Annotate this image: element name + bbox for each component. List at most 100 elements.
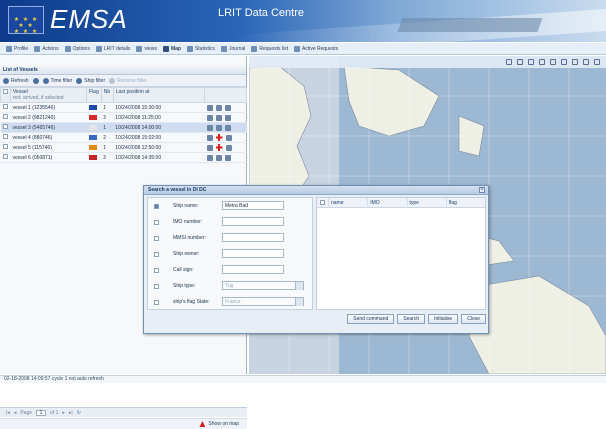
menu-item-options[interactable]: Options (64, 45, 90, 52)
alert-icon[interactable] (215, 144, 223, 151)
mmsi-number-input[interactable] (222, 233, 284, 242)
last-position-column-header[interactable]: Last position at (112, 87, 206, 103)
pan-icon[interactable] (550, 59, 556, 65)
alert-icon[interactable] (215, 134, 223, 141)
row-checkbox-cell[interactable] (0, 142, 11, 153)
row-checkbox-cell[interactable] (0, 122, 11, 133)
ship-owner-checkbox[interactable] (154, 252, 159, 257)
send-command-button[interactable]: Send command (347, 314, 395, 324)
ship-filter-button[interactable]: Ship filter (76, 77, 105, 84)
call-sign-input[interactable] (222, 265, 284, 274)
imo-number-checkbox[interactable] (154, 220, 159, 225)
row-checkbox-cell[interactable] (0, 132, 11, 143)
ship-name-input[interactable]: Metra Bad (222, 201, 284, 210)
search-button[interactable]: Search (397, 314, 426, 324)
results-column-imo[interactable]: IMO (367, 197, 406, 208)
zoom-to-vessel-icon[interactable] (224, 104, 231, 111)
dialog-close-icon[interactable]: × (479, 187, 485, 193)
position-icon[interactable] (206, 154, 213, 161)
ship-type-select[interactable]: Tug (222, 281, 304, 290)
ship-owner-input[interactable] (222, 249, 284, 258)
page-number-input[interactable]: 1 (36, 409, 47, 416)
reload-icon[interactable]: ↻ (77, 410, 81, 416)
zoom-to-vessel-icon[interactable] (225, 144, 232, 151)
map-select-icon[interactable] (506, 59, 512, 65)
results-column-name[interactable]: name (328, 197, 367, 208)
row-checkbox[interactable] (2, 144, 8, 149)
row-checkbox[interactable] (2, 114, 8, 119)
last-page-button[interactable]: ▸| (69, 410, 73, 416)
ship-type-checkbox[interactable] (154, 284, 159, 289)
position-icon[interactable] (206, 134, 213, 141)
mmsi-number-checkbox[interactable] (154, 236, 159, 241)
position-icon[interactable] (206, 104, 213, 111)
table-row[interactable]: vessel 1 (1235546) 1 10/24/2008 15:30:00 (0, 102, 247, 113)
remove-filter-button[interactable]: Remove filter (109, 77, 147, 84)
zoom-in-icon[interactable] (517, 59, 523, 65)
print-icon[interactable] (594, 59, 600, 65)
menu-item-requests-list[interactable]: Requests list (251, 45, 288, 52)
zoom-to-vessel-icon[interactable] (225, 134, 232, 141)
menu-item-actions[interactable]: Actions (34, 45, 59, 52)
zoom-out-icon[interactable] (528, 59, 534, 65)
track-icon[interactable] (215, 114, 222, 121)
menu-item-views[interactable]: views (136, 45, 157, 52)
select-all-checkbox[interactable] (3, 89, 8, 94)
results-column-flag[interactable]: flag (445, 197, 485, 208)
row-checkbox-cell[interactable] (0, 102, 11, 113)
position-icon[interactable] (206, 114, 213, 121)
initialise-button[interactable]: Initialise (428, 314, 459, 324)
table-row[interactable]: vessel 5 (115746) 1 10/24/2008 12:50:00 (0, 142, 247, 153)
nb-column-header[interactable]: Nb (100, 87, 114, 103)
menu-item-statistics[interactable]: Statistics (186, 45, 215, 52)
show-on-map-button[interactable]: Show on map (0, 418, 247, 429)
first-page-button[interactable]: |◂ (6, 410, 10, 416)
zoom-to-vessel-icon[interactable] (224, 114, 231, 121)
vessel-column-header[interactable]: Vessel red: arrived, if selected (10, 87, 87, 103)
measure-icon[interactable] (561, 59, 567, 65)
select-all-header[interactable] (0, 87, 11, 103)
zoom-to-vessel-icon[interactable] (224, 154, 231, 161)
row-checkbox[interactable] (2, 154, 8, 159)
menu-item-map[interactable]: Map (162, 45, 181, 52)
zoom-box-icon[interactable] (539, 59, 545, 65)
grid-button[interactable] (32, 77, 39, 84)
table-row[interactable]: vessel 6 (050871) 2 10/24/2008 14:35:00 (0, 152, 247, 163)
menu-item-label: Journal (228, 45, 246, 52)
chevron-down-icon[interactable] (295, 282, 303, 290)
ship-s-flag-state-checkbox[interactable] (154, 300, 159, 305)
row-checkbox-cell[interactable] (0, 112, 11, 123)
table-row[interactable]: vessel 3 (5465746) 1 10/24/2008 14:00:00 (0, 122, 247, 133)
track-icon[interactable] (215, 104, 222, 111)
table-row[interactable]: vessel 2 (9821240) 2 10/24/2008 11:25:00 (0, 112, 247, 123)
menu-item-profile[interactable]: Profile (6, 45, 28, 52)
position-icon[interactable] (206, 124, 213, 131)
row-checkbox[interactable] (2, 134, 8, 139)
results-column-type[interactable]: type (406, 197, 446, 208)
menu-item-active-requests[interactable]: Active Requests (293, 45, 338, 52)
imo-number-input[interactable] (222, 217, 284, 226)
close-button[interactable]: Close (461, 314, 486, 324)
call-sign-checkbox[interactable] (154, 268, 159, 273)
time-filter-button[interactable]: Time filter (42, 77, 72, 84)
menu-item-journal[interactable]: Journal (220, 45, 246, 52)
row-checkbox-cell[interactable] (0, 152, 11, 163)
previous-view-icon[interactable] (572, 59, 578, 65)
zoom-to-vessel-icon[interactable] (224, 124, 231, 131)
results-select-all-checkbox[interactable] (320, 200, 325, 205)
row-checkbox[interactable] (2, 104, 8, 109)
track-icon[interactable] (215, 124, 222, 131)
refresh-button[interactable]: Refresh (3, 77, 29, 84)
row-checkbox[interactable] (2, 124, 8, 129)
ship-s-flag-state-select[interactable]: France (222, 297, 304, 306)
ship-name-checkbox[interactable] (154, 204, 159, 209)
next-view-icon[interactable] (583, 59, 589, 65)
next-page-button[interactable]: ▸ (62, 410, 65, 416)
chevron-down-icon[interactable] (295, 298, 303, 306)
menu-item-lrit-details[interactable]: LRIT details (95, 45, 130, 52)
prev-page-button[interactable]: ◂ (14, 410, 17, 416)
track-icon[interactable] (215, 154, 222, 161)
table-row[interactable]: vessel 4 (880746) 2 10/24/2008 15:02:00 (0, 132, 247, 143)
position-icon[interactable] (206, 144, 213, 151)
flag-column-header[interactable]: Flag (86, 87, 102, 103)
